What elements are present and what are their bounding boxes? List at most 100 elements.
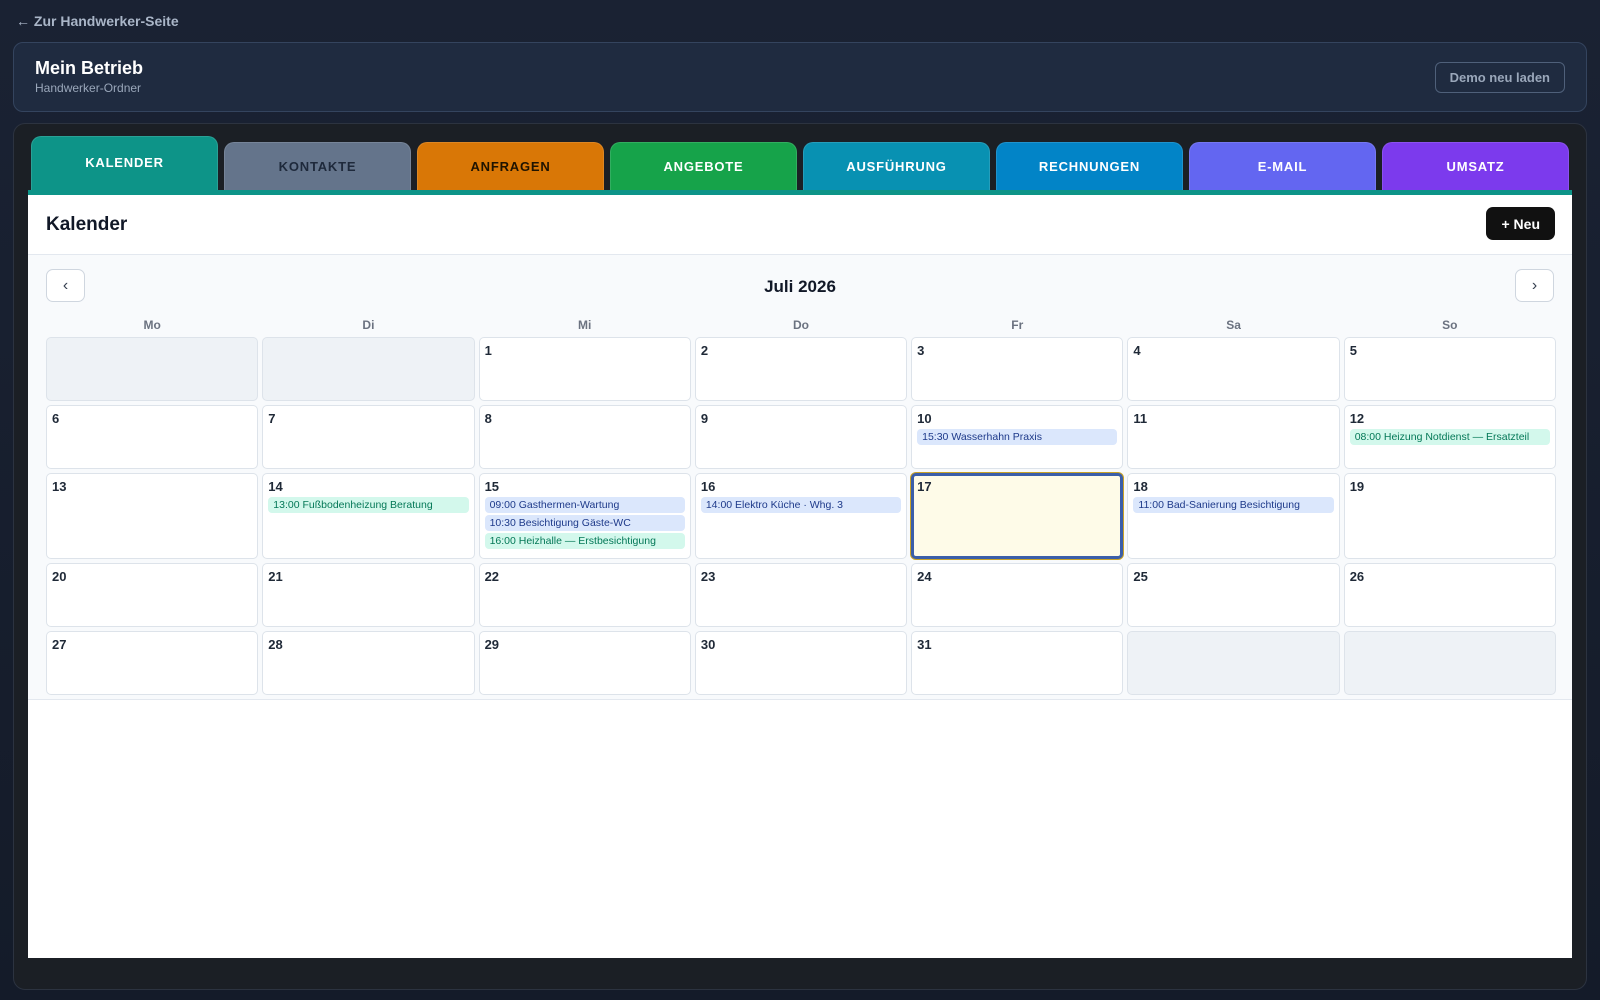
calendar-day[interactable]: 5	[1343, 337, 1556, 401]
day-number: 9	[700, 411, 709, 426]
calendar-day[interactable]: 19	[1343, 473, 1556, 559]
calendar-empty-cell	[1343, 631, 1556, 695]
calendar-day[interactable]: 11	[1127, 405, 1340, 469]
calendar-day[interactable]: 6	[46, 405, 259, 469]
day-number: 26	[1349, 569, 1365, 584]
calendar-day[interactable]: 2	[694, 337, 908, 401]
weekday-label: So	[1442, 318, 1458, 332]
calendar-event[interactable]: 11:00 Bad-Sanierung Besichtigung	[1133, 497, 1334, 513]
weekday-label: Mo	[143, 318, 161, 332]
calendar-panel: Kalender + Neu Juli 2026 ‹ › Mo Di Mi Do Fr S…	[28, 195, 1572, 958]
app-frame: KALENDER KONTAKTE ANFRAGEN ANGEBOTE AUSFÜHRU…	[13, 123, 1587, 990]
calendar-event[interactable]: 09:00 Gasthermen-Wartung	[484, 497, 685, 513]
calendar-day[interactable]: 30	[694, 631, 908, 695]
day-number: 21	[268, 569, 283, 584]
calendar-day[interactable]: 20	[46, 563, 259, 627]
calendar-event[interactable]: 16:00 Heizhalle — Erstbesichtigung	[484, 533, 685, 549]
calendar-week: 13 14 13:00 Fußbodenheizung Beratung 15 09:0…	[46, 473, 1556, 559]
tab-ausführung[interactable]: AUSFÜHRUNG	[803, 142, 990, 192]
back-link[interactable]: ← Zur Handwerker-Seite	[16, 13, 179, 29]
calendar-day[interactable]: 18 11:00 Bad-Sanierung Besichtigung	[1127, 473, 1340, 559]
calendar-day[interactable]: 22	[478, 563, 691, 627]
day-number: 7	[268, 411, 276, 426]
day-number: 28	[268, 637, 283, 652]
calendar-week: 6 7 8 9 10 15:30 Wasserhahn Praxis 11 12 08:00 H…	[46, 405, 1556, 469]
day-number: 29	[484, 637, 500, 652]
new-entry-button[interactable]: + Neu	[1486, 207, 1555, 240]
calendar-day[interactable]: 12 08:00 Heizung Notdienst — Ersatzteil	[1343, 405, 1556, 469]
tab-email[interactable]: E-MAIL	[1189, 142, 1376, 192]
day-number: 30	[700, 637, 716, 652]
calendar-day[interactable]: 4	[1127, 337, 1340, 401]
day-number: 22	[484, 569, 500, 584]
day-number: 4	[1133, 343, 1141, 358]
calendar-event[interactable]: 13:00 Fußbodenheizung Beratung	[268, 497, 469, 513]
day-number: 18	[1133, 479, 1148, 494]
calendar-day[interactable]: 10 15:30 Wasserhahn Praxis	[911, 405, 1124, 469]
calendar-day[interactable]: 24	[911, 563, 1124, 627]
weekday-label: Mi	[578, 318, 592, 332]
weekday-label: Do	[792, 318, 809, 332]
header-card: Mein Betrieb Handwerker-Ordner Demo neu …	[13, 42, 1587, 112]
day-number: 5	[1349, 343, 1357, 358]
calendar-day[interactable]: 3	[911, 337, 1124, 401]
calendar-day[interactable]: 27	[46, 631, 259, 695]
day-number: 20	[52, 569, 67, 584]
day-number: 1	[484, 343, 492, 358]
month-label: Juli 2026	[764, 277, 836, 296]
calendar-day[interactable]: 16 14:00 Elektro Küche · Whg. 3	[694, 473, 908, 559]
tab-bar: KALENDER KONTAKTE ANFRAGEN ANGEBOTE AUSFÜHRU…	[31, 136, 1571, 192]
tab-angebote[interactable]: ANGEBOTE	[610, 142, 797, 192]
weekday-label: Fr	[1011, 318, 1024, 332]
calendar-event[interactable]: 14:00 Elektro Küche · Whg. 3	[700, 497, 902, 513]
calendar-day[interactable]: 25	[1127, 563, 1340, 627]
day-number: 17	[917, 479, 932, 494]
day-number: 15	[484, 479, 500, 494]
calendar-day[interactable]: 14 13:00 Fußbodenheizung Beratung	[262, 473, 475, 559]
day-number: 23	[700, 569, 716, 584]
reload-demo-button[interactable]: Demo neu laden	[1434, 62, 1565, 93]
calendar-day[interactable]: 8	[478, 405, 691, 469]
day-number: 25	[1133, 569, 1148, 584]
calendar-day[interactable]: 29	[478, 631, 691, 695]
calendar-event[interactable]: 15:30 Wasserhahn Praxis	[917, 429, 1118, 445]
calendar-empty-cell	[262, 337, 475, 401]
calendar-event[interactable]: 10:30 Besichtigung Gäste-WC	[484, 515, 685, 531]
business-title: Mein Betrieb	[35, 58, 144, 78]
tab-kalender[interactable]: KALENDER	[31, 136, 218, 192]
next-month-button[interactable]: ›	[1515, 269, 1554, 302]
day-number: 14	[268, 479, 283, 494]
panel-header: Kalender + Neu	[28, 195, 1572, 255]
weekday-header: Mo Di Mi Do Fr Sa So	[46, 318, 1556, 332]
day-number: 27	[52, 637, 67, 652]
calendar-event[interactable]: 08:00 Heizung Notdienst — Ersatzteil	[1349, 429, 1550, 445]
calendar-day-today[interactable]: 17	[911, 473, 1124, 559]
calendar-day[interactable]: 15 09:00 Gasthermen-Wartung 10:30 Besichti…	[478, 473, 691, 559]
tab-kontakte[interactable]: KONTAKTE	[224, 142, 411, 192]
day-number: 13	[52, 479, 67, 494]
calendar-day[interactable]: 9	[694, 405, 908, 469]
prev-month-button[interactable]: ‹	[46, 269, 85, 302]
calendar-day[interactable]: 28	[262, 631, 475, 695]
tab-rechnungen[interactable]: RECHNUNGEN	[996, 142, 1183, 192]
calendar-week: 20 21 22 23 24 25 26	[46, 563, 1556, 627]
calendar-day[interactable]: 1	[478, 337, 691, 401]
day-number: 3	[917, 343, 925, 358]
day-number: 16	[700, 479, 716, 494]
day-number: 31	[917, 637, 932, 652]
day-number: 6	[52, 411, 60, 426]
calendar-day[interactable]: 23	[694, 563, 908, 627]
weekday-label: Di	[362, 318, 375, 332]
tab-anfragen[interactable]: ANFRAGEN	[417, 142, 604, 192]
calendar-day[interactable]: 21	[262, 563, 475, 627]
calendar-day[interactable]: 31	[911, 631, 1124, 695]
day-number: 11	[1133, 411, 1148, 426]
calendar-empty-cell	[1127, 631, 1340, 695]
calendar-area: Juli 2026 ‹ › Mo Di Mi Do Fr Sa So 1 2 3 4 5 6 7 8 9 10…	[28, 255, 1572, 700]
calendar-week: 27 28 29 30 31	[46, 631, 1556, 695]
calendar-day[interactable]: 7	[262, 405, 475, 469]
calendar-day[interactable]: 13	[46, 473, 259, 559]
calendar-day[interactable]: 26	[1343, 563, 1556, 627]
calendar-grid: 1 2 3 4 5 6 7 8 9 10 15:30 Wasserhahn Praxis 11 12 08…	[46, 337, 1556, 699]
tab-umsatz[interactable]: UMSATZ	[1382, 142, 1569, 192]
